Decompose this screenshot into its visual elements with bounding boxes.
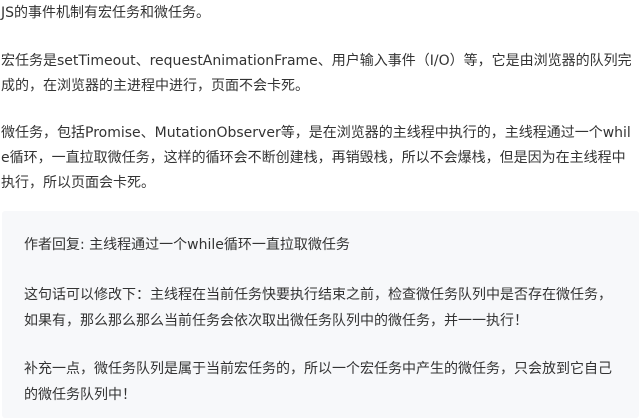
comment-body: JS的事件机制有宏任务和微任务。 宏任务是setTimeout、requestA… — [0, 0, 639, 418]
comment-paragraph: 宏任务是setTimeout、requestAnimationFrame、用户输… — [1, 53, 632, 94]
author-reply-paragraph: 补充一点，微任务队列是属于当前宏任务的，所以一个宏任务中产生的微任务，只会放到它… — [24, 361, 612, 403]
comment-paragraph: 微任务，包括Promise、MutationObserver等，是在浏览器的主线… — [1, 125, 631, 191]
comment-paragraph: JS的事件机制有宏任务和微任务。 — [1, 5, 211, 21]
author-reply-box: 作者回复: 主线程通过一个while循环一直拉取微任务 这句话可以修改下：主线程… — [2, 211, 639, 418]
author-reply-paragraph: 这句话可以修改下：主线程在当前任务快要执行结束之前，检查微任务队列中是否存在微任… — [24, 287, 612, 329]
author-reply-header: 作者回复: 主线程通过一个while循环一直拉取微任务 — [24, 237, 350, 253]
